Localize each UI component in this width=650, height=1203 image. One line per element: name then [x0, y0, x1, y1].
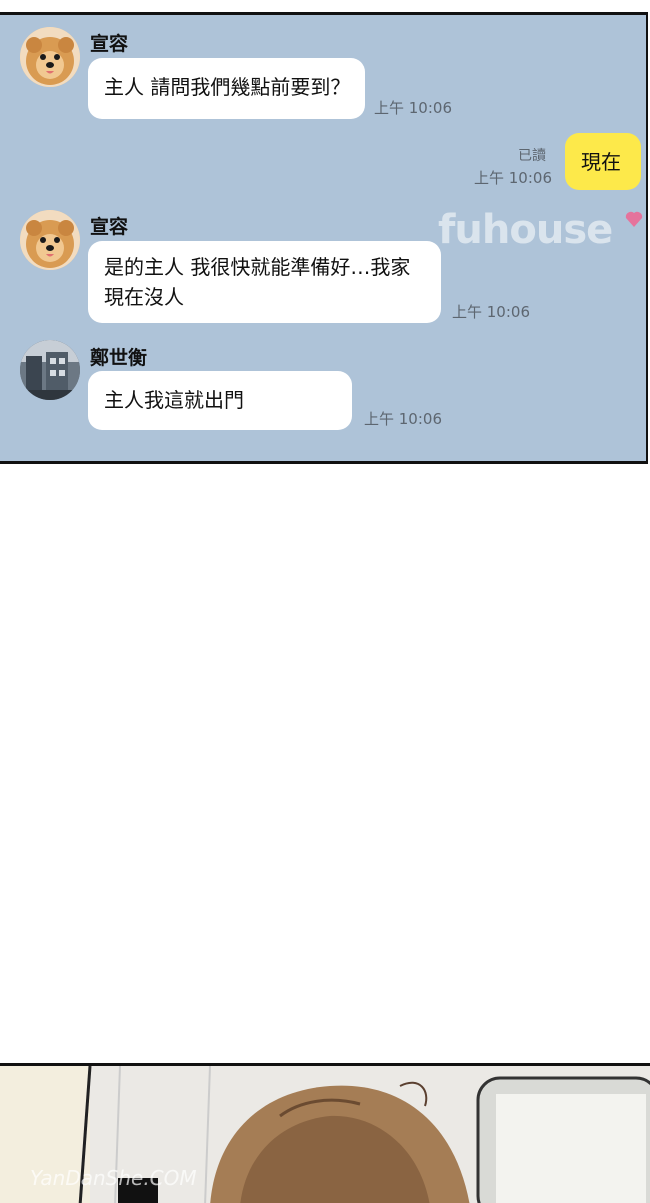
message-bubble[interactable]: 主人我這就出門	[88, 371, 352, 430]
pomeranian-avatar[interactable]	[20, 27, 80, 87]
message-bubble[interactable]: 是的主人 我很快就能準備好…我家 現在沒人	[88, 241, 441, 323]
watermark-text: fuhouse	[438, 207, 613, 253]
message-text: 現在	[581, 150, 621, 174]
message-text: 主人我這就出門	[104, 388, 244, 412]
message-text-line-2: 現在沒人	[104, 285, 184, 309]
sender-name: 宣容	[90, 216, 129, 238]
message-time: 上午 10:06	[452, 303, 530, 321]
my-message-bubble[interactable]: 現在	[565, 133, 641, 190]
street-avatar[interactable]	[20, 340, 80, 400]
comic-scene-panel: YanDanShe.COM	[0, 1063, 650, 1203]
message-bubble[interactable]: 主人 請問我們幾點前要到？	[88, 58, 365, 119]
pomeranian-avatar[interactable]	[20, 210, 80, 270]
message-text-line-1: 是的主人 我很快就能準備好…我家	[104, 255, 411, 279]
sender-name: 宣容	[90, 33, 129, 55]
message-text: 主人 請問我們幾點前要到？	[104, 75, 351, 99]
chat-panel: 宣容 主人 請問我們幾點前要到？ 上午 10:06 已讀 上午 10:06 現在…	[0, 12, 648, 464]
message-time: 上午 10:06	[364, 410, 442, 428]
sender-name: 鄭世衡	[90, 347, 148, 369]
message-time: 上午 10:06	[474, 169, 552, 187]
message-time: 上午 10:06	[374, 99, 452, 117]
heart-icon	[625, 211, 643, 227]
read-receipt: 已讀	[518, 148, 546, 164]
watermark-text: YanDanShe.COM	[30, 1166, 197, 1190]
